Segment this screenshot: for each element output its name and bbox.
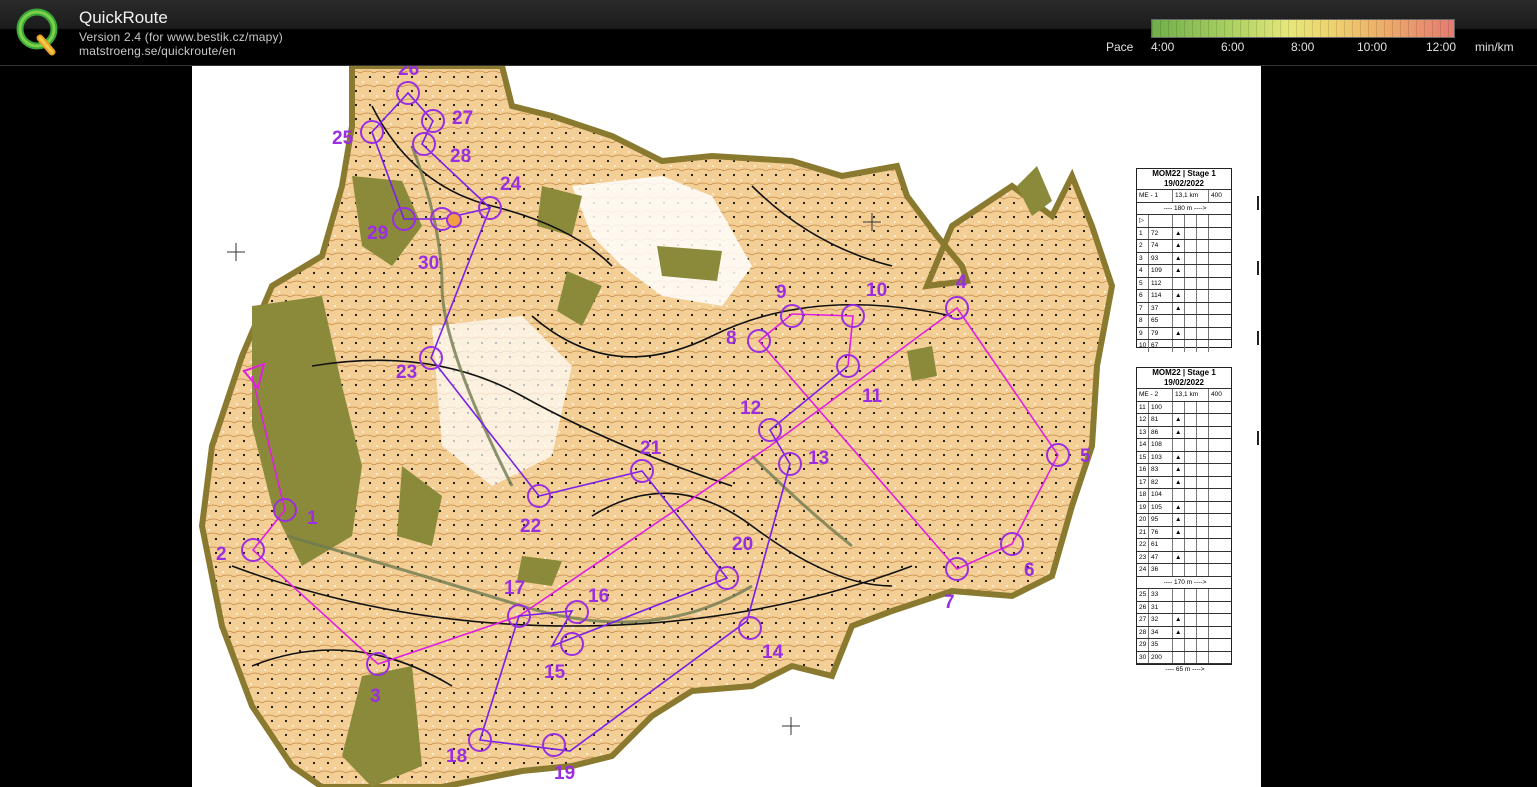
control-label: 24 — [500, 174, 522, 195]
control-label: 29 — [367, 223, 388, 244]
sheet-class: ME - 1 — [1137, 190, 1173, 202]
map-canvas[interactable]: 1 2 3 4 5 6 7 8 9 10 11 12 13 14 15 16 1… — [192, 66, 1261, 787]
description-row: 4 109 ▲ — [1137, 264, 1231, 277]
description-row: 12 81 ▲ — [1137, 413, 1231, 426]
control-label: 17 — [504, 578, 525, 599]
sheet-length: 13,1 km — [1173, 190, 1209, 202]
description-row: 15 103 ▲ — [1137, 450, 1231, 463]
control-label: 7 — [944, 592, 955, 613]
sheet-date: 19/02/2022 — [1163, 378, 1205, 387]
description-row: 23 47 ▲ — [1137, 550, 1231, 563]
control-label: 6 — [1024, 560, 1035, 581]
app-title: QuickRoute — [79, 8, 168, 27]
pace-tick: 10:00 — [1357, 40, 1388, 54]
pace-tick: 4:00 — [1151, 40, 1175, 54]
sheet-start-line: ---- 180 m ----> — [1163, 204, 1207, 212]
sheet-title: MOM22 | Stage 1 — [1152, 169, 1216, 178]
control-label: 12 — [740, 398, 761, 419]
finish-marker-icon — [446, 212, 462, 228]
description-row: 2 74 ▲ — [1137, 239, 1231, 252]
control-label: 25 — [332, 128, 354, 149]
control-label: 19 — [554, 763, 575, 784]
control-label: 28 — [450, 146, 471, 167]
description-row: 14 108 — [1137, 438, 1231, 451]
description-row: 7 37 ▲ — [1137, 301, 1231, 314]
description-row: 3 93 ▲ — [1137, 251, 1231, 264]
pace-tick: 8:00 — [1291, 40, 1315, 54]
control-label: 2 — [216, 544, 227, 565]
control-label: 30 — [418, 253, 439, 274]
description-row: 30 200 — [1137, 650, 1231, 663]
start-row: ▷ — [1137, 214, 1231, 227]
control-label: 4 — [956, 272, 967, 293]
control-label: 20 — [732, 534, 753, 555]
description-row: 20 95 ▲ — [1137, 513, 1231, 526]
control-label: 22 — [520, 516, 541, 537]
description-row: 11 100 — [1137, 400, 1231, 413]
control-label: 10 — [866, 280, 887, 301]
control-label: 14 — [762, 642, 784, 663]
sheet-class: ME - 2 — [1137, 389, 1173, 401]
margin-tick — [1257, 431, 1259, 445]
control-label: 13 — [808, 448, 829, 469]
sheet-climb: 400 — [1211, 192, 1222, 199]
description-row: 13 86 ▲ — [1137, 425, 1231, 438]
control-label: 23 — [396, 362, 417, 383]
description-row: 24 36 — [1137, 563, 1231, 576]
description-row: 1 72 ▲ — [1137, 226, 1231, 239]
control-description-sheet-1: MOM22 | Stage 1 19/02/2022 ME - 1 13,1 k… — [1136, 168, 1232, 352]
description-row: 22 61 — [1137, 538, 1231, 551]
orienteering-map[interactable]: 1 2 3 4 5 6 7 8 9 10 11 12 13 14 15 16 1… — [192, 66, 1261, 787]
control-label: 18 — [446, 746, 467, 767]
sheet-finish-line: ---- 65 m ----> — [1165, 666, 1205, 673]
description-row: 8 65 — [1137, 314, 1231, 327]
control-label: 26 — [398, 66, 419, 80]
control-label: 11 — [862, 386, 883, 407]
description-row: 27 32 ▲ — [1137, 613, 1231, 626]
description-row: 6 114 ▲ — [1137, 289, 1231, 302]
description-row: 18 104 — [1137, 488, 1231, 501]
pace-tick: 6:00 — [1221, 40, 1245, 54]
description-row: 10 67 — [1137, 339, 1231, 352]
description-row: 9 79 ▲ — [1137, 326, 1231, 339]
control-label: 27 — [452, 108, 473, 129]
control-label: 21 — [640, 438, 662, 459]
pace-label: Pace — [1106, 40, 1134, 54]
description-row: 29 35 — [1137, 638, 1231, 651]
margin-tick — [1257, 261, 1259, 275]
description-row: 17 82 ▲ — [1137, 475, 1231, 488]
margin-tick — [1257, 331, 1259, 345]
control-label: 5 — [1080, 446, 1091, 467]
control-label: 15 — [544, 662, 566, 683]
quickroute-logo-icon — [16, 8, 58, 56]
control-label: 9 — [776, 282, 787, 303]
sheet-length: 13,1 km — [1173, 389, 1209, 401]
pace-tick: 12:00 — [1426, 40, 1457, 54]
control-label: 3 — [370, 686, 381, 707]
description-row: 21 76 ▲ — [1137, 525, 1231, 538]
pace-unit: min/km — [1475, 40, 1514, 54]
header-bar: QuickRoute Version 2.4 (for www.bestik.c… — [0, 0, 1537, 66]
control-label: 8 — [726, 328, 737, 349]
control-description-sheet-2: MOM22 | Stage 1 19/02/2022 ME - 2 13,1 k… — [1136, 367, 1232, 673]
sheet-date: 19/02/2022 — [1163, 179, 1205, 188]
control-label: 1 — [307, 508, 318, 529]
pace-color-scale — [1151, 19, 1455, 38]
sheet-title: MOM22 | Stage 1 — [1152, 368, 1216, 377]
description-row: 16 83 ▲ — [1137, 463, 1231, 476]
app-url-link[interactable]: matstroeng.se/quickroute/en — [79, 44, 236, 58]
description-row: 19 105 ▲ — [1137, 500, 1231, 513]
margin-tick — [1257, 196, 1259, 210]
description-row: 25 33 — [1137, 588, 1231, 601]
control-label: 16 — [588, 586, 609, 607]
app-version: Version 2.4 (for www.bestik.cz/mapy) — [79, 30, 283, 44]
description-row: 5 112 — [1137, 276, 1231, 289]
description-row: 28 34 ▲ — [1137, 625, 1231, 638]
description-row: 26 31 — [1137, 600, 1231, 613]
sheet-climb: 400 — [1211, 391, 1222, 398]
sheet-mid-line: ---- 170 m ----> — [1163, 578, 1207, 586]
